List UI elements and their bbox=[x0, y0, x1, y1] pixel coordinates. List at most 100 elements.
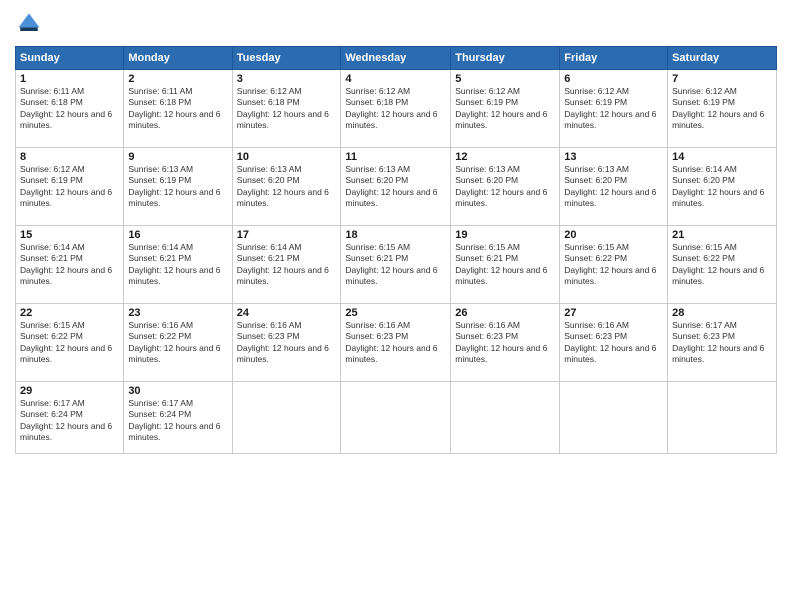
day-info: Sunrise: 6:16 AM Sunset: 6:23 PM Dayligh… bbox=[564, 320, 663, 366]
day-info: Sunrise: 6:14 AM Sunset: 6:20 PM Dayligh… bbox=[672, 164, 772, 210]
calendar-cell: 13 Sunrise: 6:13 AM Sunset: 6:20 PM Dayl… bbox=[560, 148, 668, 226]
day-info: Sunrise: 6:11 AM Sunset: 6:18 PM Dayligh… bbox=[20, 86, 119, 132]
day-number: 6 bbox=[564, 73, 663, 85]
day-number: 9 bbox=[128, 151, 227, 163]
calendar-cell: 22 Sunrise: 6:15 AM Sunset: 6:22 PM Dayl… bbox=[16, 304, 124, 382]
day-number: 2 bbox=[128, 73, 227, 85]
day-info: Sunrise: 6:16 AM Sunset: 6:23 PM Dayligh… bbox=[455, 320, 555, 366]
calendar-table: SundayMondayTuesdayWednesdayThursdayFrid… bbox=[15, 46, 777, 454]
day-info: Sunrise: 6:16 AM Sunset: 6:23 PM Dayligh… bbox=[237, 320, 337, 366]
calendar-cell: 20 Sunrise: 6:15 AM Sunset: 6:22 PM Dayl… bbox=[560, 226, 668, 304]
day-info: Sunrise: 6:13 AM Sunset: 6:20 PM Dayligh… bbox=[237, 164, 337, 210]
calendar-cell: 25 Sunrise: 6:16 AM Sunset: 6:23 PM Dayl… bbox=[341, 304, 451, 382]
day-number: 26 bbox=[455, 307, 555, 319]
col-header-sunday: Sunday bbox=[16, 47, 124, 70]
calendar-cell: 8 Sunrise: 6:12 AM Sunset: 6:19 PM Dayli… bbox=[16, 148, 124, 226]
day-info: Sunrise: 6:17 AM Sunset: 6:23 PM Dayligh… bbox=[672, 320, 772, 366]
calendar-cell: 18 Sunrise: 6:15 AM Sunset: 6:21 PM Dayl… bbox=[341, 226, 451, 304]
calendar-cell: 11 Sunrise: 6:13 AM Sunset: 6:20 PM Dayl… bbox=[341, 148, 451, 226]
calendar-cell: 28 Sunrise: 6:17 AM Sunset: 6:23 PM Dayl… bbox=[668, 304, 777, 382]
col-header-saturday: Saturday bbox=[668, 47, 777, 70]
logo-icon bbox=[15, 10, 43, 38]
day-info: Sunrise: 6:13 AM Sunset: 6:20 PM Dayligh… bbox=[455, 164, 555, 210]
header bbox=[15, 10, 777, 38]
day-info: Sunrise: 6:17 AM Sunset: 6:24 PM Dayligh… bbox=[128, 398, 227, 444]
day-number: 19 bbox=[455, 229, 555, 241]
day-number: 10 bbox=[237, 151, 337, 163]
calendar-cell bbox=[668, 382, 777, 454]
day-number: 18 bbox=[345, 229, 446, 241]
calendar-cell: 26 Sunrise: 6:16 AM Sunset: 6:23 PM Dayl… bbox=[451, 304, 560, 382]
calendar-cell: 9 Sunrise: 6:13 AM Sunset: 6:19 PM Dayli… bbox=[124, 148, 232, 226]
calendar-cell bbox=[232, 382, 341, 454]
calendar-week-row: 1 Sunrise: 6:11 AM Sunset: 6:18 PM Dayli… bbox=[16, 70, 777, 148]
col-header-monday: Monday bbox=[124, 47, 232, 70]
col-header-wednesday: Wednesday bbox=[341, 47, 451, 70]
day-info: Sunrise: 6:16 AM Sunset: 6:22 PM Dayligh… bbox=[128, 320, 227, 366]
day-number: 8 bbox=[20, 151, 119, 163]
calendar-cell: 10 Sunrise: 6:13 AM Sunset: 6:20 PM Dayl… bbox=[232, 148, 341, 226]
day-number: 16 bbox=[128, 229, 227, 241]
day-info: Sunrise: 6:15 AM Sunset: 6:22 PM Dayligh… bbox=[672, 242, 772, 288]
day-info: Sunrise: 6:13 AM Sunset: 6:19 PM Dayligh… bbox=[128, 164, 227, 210]
day-number: 21 bbox=[672, 229, 772, 241]
calendar-cell bbox=[560, 382, 668, 454]
calendar-cell: 1 Sunrise: 6:11 AM Sunset: 6:18 PM Dayli… bbox=[16, 70, 124, 148]
calendar-header-row: SundayMondayTuesdayWednesdayThursdayFrid… bbox=[16, 47, 777, 70]
day-info: Sunrise: 6:17 AM Sunset: 6:24 PM Dayligh… bbox=[20, 398, 119, 444]
calendar-cell: 19 Sunrise: 6:15 AM Sunset: 6:21 PM Dayl… bbox=[451, 226, 560, 304]
day-info: Sunrise: 6:15 AM Sunset: 6:21 PM Dayligh… bbox=[345, 242, 446, 288]
day-number: 15 bbox=[20, 229, 119, 241]
day-info: Sunrise: 6:12 AM Sunset: 6:19 PM Dayligh… bbox=[455, 86, 555, 132]
calendar-week-row: 15 Sunrise: 6:14 AM Sunset: 6:21 PM Dayl… bbox=[16, 226, 777, 304]
calendar-cell: 14 Sunrise: 6:14 AM Sunset: 6:20 PM Dayl… bbox=[668, 148, 777, 226]
day-number: 20 bbox=[564, 229, 663, 241]
day-info: Sunrise: 6:13 AM Sunset: 6:20 PM Dayligh… bbox=[564, 164, 663, 210]
calendar-cell: 16 Sunrise: 6:14 AM Sunset: 6:21 PM Dayl… bbox=[124, 226, 232, 304]
day-number: 14 bbox=[672, 151, 772, 163]
col-header-friday: Friday bbox=[560, 47, 668, 70]
logo bbox=[15, 10, 47, 38]
col-header-thursday: Thursday bbox=[451, 47, 560, 70]
day-number: 12 bbox=[455, 151, 555, 163]
calendar-cell bbox=[341, 382, 451, 454]
calendar-cell: 21 Sunrise: 6:15 AM Sunset: 6:22 PM Dayl… bbox=[668, 226, 777, 304]
calendar-cell: 17 Sunrise: 6:14 AM Sunset: 6:21 PM Dayl… bbox=[232, 226, 341, 304]
calendar-cell: 30 Sunrise: 6:17 AM Sunset: 6:24 PM Dayl… bbox=[124, 382, 232, 454]
calendar-cell: 5 Sunrise: 6:12 AM Sunset: 6:19 PM Dayli… bbox=[451, 70, 560, 148]
day-number: 28 bbox=[672, 307, 772, 319]
calendar-cell: 7 Sunrise: 6:12 AM Sunset: 6:19 PM Dayli… bbox=[668, 70, 777, 148]
day-number: 24 bbox=[237, 307, 337, 319]
day-info: Sunrise: 6:14 AM Sunset: 6:21 PM Dayligh… bbox=[237, 242, 337, 288]
day-number: 5 bbox=[455, 73, 555, 85]
day-number: 11 bbox=[345, 151, 446, 163]
calendar-cell: 2 Sunrise: 6:11 AM Sunset: 6:18 PM Dayli… bbox=[124, 70, 232, 148]
day-number: 25 bbox=[345, 307, 446, 319]
day-info: Sunrise: 6:15 AM Sunset: 6:22 PM Dayligh… bbox=[564, 242, 663, 288]
day-number: 29 bbox=[20, 385, 119, 397]
day-info: Sunrise: 6:15 AM Sunset: 6:21 PM Dayligh… bbox=[455, 242, 555, 288]
day-number: 7 bbox=[672, 73, 772, 85]
calendar-cell: 4 Sunrise: 6:12 AM Sunset: 6:18 PM Dayli… bbox=[341, 70, 451, 148]
day-info: Sunrise: 6:12 AM Sunset: 6:18 PM Dayligh… bbox=[237, 86, 337, 132]
calendar-cell bbox=[451, 382, 560, 454]
day-info: Sunrise: 6:11 AM Sunset: 6:18 PM Dayligh… bbox=[128, 86, 227, 132]
day-number: 13 bbox=[564, 151, 663, 163]
day-info: Sunrise: 6:15 AM Sunset: 6:22 PM Dayligh… bbox=[20, 320, 119, 366]
day-info: Sunrise: 6:12 AM Sunset: 6:19 PM Dayligh… bbox=[672, 86, 772, 132]
calendar-week-row: 8 Sunrise: 6:12 AM Sunset: 6:19 PM Dayli… bbox=[16, 148, 777, 226]
day-number: 23 bbox=[128, 307, 227, 319]
page: SundayMondayTuesdayWednesdayThursdayFrid… bbox=[0, 0, 792, 612]
calendar-cell: 29 Sunrise: 6:17 AM Sunset: 6:24 PM Dayl… bbox=[16, 382, 124, 454]
day-number: 22 bbox=[20, 307, 119, 319]
calendar-cell: 24 Sunrise: 6:16 AM Sunset: 6:23 PM Dayl… bbox=[232, 304, 341, 382]
day-number: 17 bbox=[237, 229, 337, 241]
calendar-week-row: 29 Sunrise: 6:17 AM Sunset: 6:24 PM Dayl… bbox=[16, 382, 777, 454]
day-info: Sunrise: 6:12 AM Sunset: 6:19 PM Dayligh… bbox=[564, 86, 663, 132]
day-info: Sunrise: 6:14 AM Sunset: 6:21 PM Dayligh… bbox=[128, 242, 227, 288]
day-info: Sunrise: 6:12 AM Sunset: 6:19 PM Dayligh… bbox=[20, 164, 119, 210]
calendar-cell: 12 Sunrise: 6:13 AM Sunset: 6:20 PM Dayl… bbox=[451, 148, 560, 226]
calendar-week-row: 22 Sunrise: 6:15 AM Sunset: 6:22 PM Dayl… bbox=[16, 304, 777, 382]
day-info: Sunrise: 6:16 AM Sunset: 6:23 PM Dayligh… bbox=[345, 320, 446, 366]
calendar-cell: 3 Sunrise: 6:12 AM Sunset: 6:18 PM Dayli… bbox=[232, 70, 341, 148]
